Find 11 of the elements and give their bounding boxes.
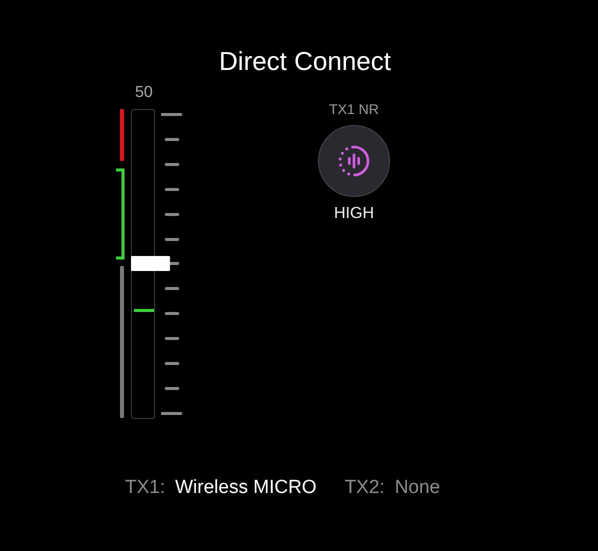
- slider-thumb[interactable]: [131, 256, 170, 271]
- transmitter-label: TX1:: [125, 477, 166, 499]
- gain-value: 50: [135, 83, 154, 103]
- nr-label: TX1 NR: [329, 101, 379, 117]
- noise-reduction-icon: [337, 144, 371, 178]
- gain-slider[interactable]: [131, 109, 171, 419]
- nr-level-value: HIGH: [334, 205, 374, 223]
- transmitter-device: None: [394, 477, 440, 499]
- screen-title: Direct Connect: [219, 46, 391, 77]
- transmitter-label: TX2:: [344, 477, 385, 499]
- transmitter-device: Wireless MICRO: [175, 477, 317, 499]
